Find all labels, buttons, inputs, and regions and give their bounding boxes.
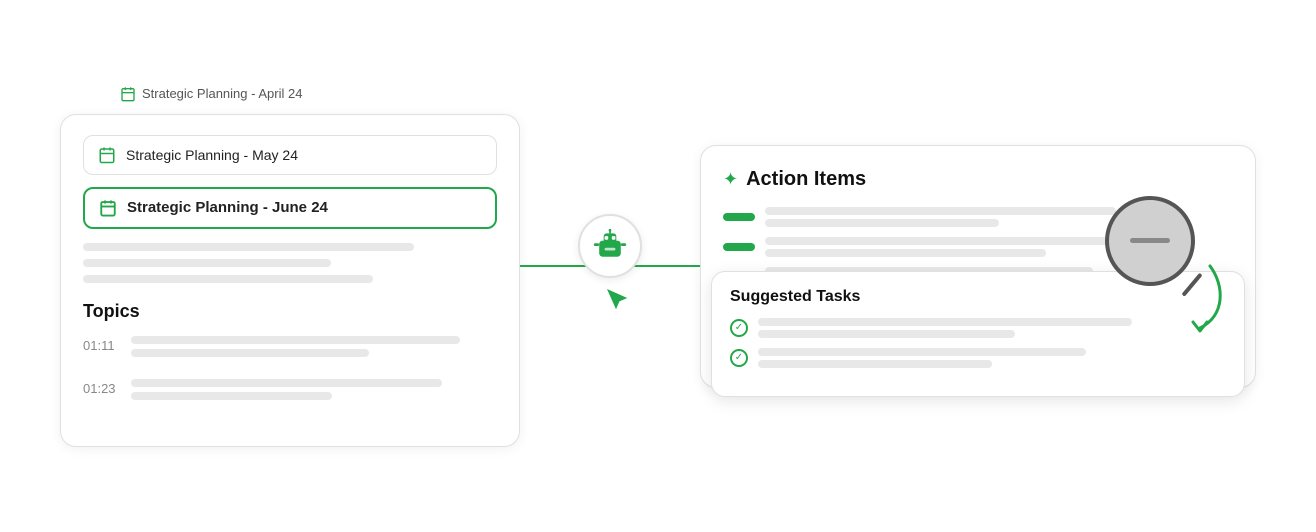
action-bar-2 xyxy=(723,243,755,251)
topic-time-2: 01:23 xyxy=(83,379,119,396)
check-mark-2: ✓ xyxy=(735,352,743,363)
skeleton-lines-top xyxy=(83,243,497,283)
meeting-item-may[interactable]: Strategic Planning - May 24 xyxy=(83,135,497,175)
task-skel-1a xyxy=(758,318,1132,326)
magnify-line xyxy=(1130,238,1170,243)
task-text-2 xyxy=(758,348,1226,368)
task-skel-1b xyxy=(758,330,1015,338)
cursor-icon xyxy=(604,286,632,319)
topics-title: Topics xyxy=(83,301,497,322)
floating-label-text: Strategic Planning - April 24 xyxy=(142,86,302,101)
calendar-icon-sm xyxy=(120,86,136,102)
topic-row-2: 01:23 xyxy=(83,379,497,408)
topic-skel-2a xyxy=(131,379,442,387)
action-skel-1a xyxy=(765,207,1116,215)
action-skel-1b xyxy=(765,219,999,227)
robot-icon xyxy=(592,228,628,264)
meeting-item-june-label: Strategic Planning - June 24 xyxy=(127,199,328,216)
skeleton-line-3 xyxy=(83,275,373,283)
task-skel-2b xyxy=(758,360,992,368)
floating-label: Strategic Planning - April 24 xyxy=(120,86,302,102)
calendar-icon-june xyxy=(99,199,117,217)
task-row-1: ✓ xyxy=(730,318,1226,338)
action-bar-1 xyxy=(723,213,755,221)
topic-lines-1 xyxy=(131,336,497,365)
check-circle-2: ✓ xyxy=(730,349,748,367)
meeting-item-may-label: Strategic Planning - May 24 xyxy=(126,147,298,163)
left-card: Strategic Planning - May 24 Strategic Pl… xyxy=(60,114,520,447)
right-card: ✦ Action Items xyxy=(700,145,1256,388)
topic-row-1: 01:11 xyxy=(83,336,497,365)
action-items-title: Action Items xyxy=(746,168,866,191)
robot-icon-container xyxy=(578,214,642,319)
topics-section: Topics 01:11 01:23 xyxy=(83,301,497,408)
arrow-container xyxy=(1155,256,1235,341)
arrow-icon xyxy=(1155,256,1235,336)
topic-skel-1b xyxy=(131,349,369,357)
topic-skel-1a xyxy=(131,336,460,344)
check-circle-1: ✓ xyxy=(730,319,748,337)
action-skel-2b xyxy=(765,249,1046,257)
topic-lines-2 xyxy=(131,379,497,408)
suggested-title: Suggested Tasks xyxy=(730,288,1226,306)
left-section: Strategic Planning - April 24 Strategic … xyxy=(60,86,520,447)
action-skel-2a xyxy=(765,237,1163,245)
task-row-2: ✓ xyxy=(730,348,1226,368)
skeleton-line-1 xyxy=(83,243,414,251)
action-items-header: ✦ Action Items xyxy=(723,168,1233,191)
right-section: ✦ Action Items xyxy=(700,145,1256,388)
task-skel-2a xyxy=(758,348,1086,356)
meeting-item-june[interactable]: Strategic Planning - June 24 xyxy=(83,187,497,229)
robot-circle xyxy=(578,214,642,278)
middle-section xyxy=(520,214,700,319)
check-mark-1: ✓ xyxy=(735,322,743,333)
sparkle-icon: ✦ xyxy=(723,169,738,190)
topic-time-1: 01:11 xyxy=(83,336,119,353)
skeleton-line-2 xyxy=(83,259,331,267)
calendar-icon-may xyxy=(98,146,116,164)
topic-skel-2b xyxy=(131,392,332,400)
